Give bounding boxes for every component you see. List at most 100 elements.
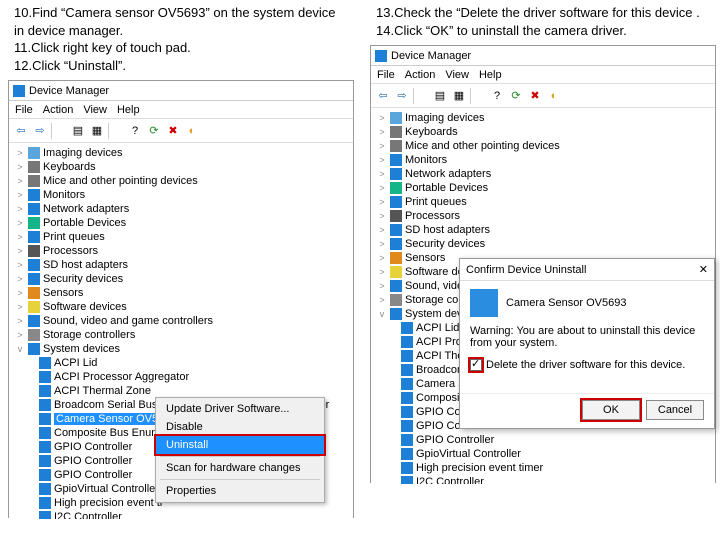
tree-category[interactable]: >Processors [373, 209, 713, 223]
tree-category[interactable]: >Security devices [11, 272, 351, 286]
tree-item[interactable]: High precision event timer [373, 461, 713, 475]
tree-category[interactable]: >Monitors [373, 153, 713, 167]
expand-icon[interactable]: > [15, 148, 25, 158]
menu-help[interactable]: Help [479, 69, 502, 81]
menu-view[interactable]: View [445, 69, 469, 81]
expand-icon[interactable]: > [377, 267, 387, 277]
expand-icon[interactable]: > [15, 176, 25, 186]
tree-category[interactable]: >Print queues [11, 230, 351, 244]
expand-icon[interactable]: > [377, 183, 387, 193]
expand-icon[interactable]: > [377, 197, 387, 207]
expand-icon[interactable]: > [15, 162, 25, 172]
expand-icon[interactable]: > [377, 281, 387, 291]
expand-icon[interactable]: > [15, 218, 25, 228]
menu-item[interactable]: Update Driver Software... [156, 400, 324, 418]
cancel-button[interactable]: Cancel [646, 400, 704, 420]
tree-category[interactable]: >Keyboards [11, 160, 351, 174]
tree-category[interactable]: >SD host adapters [373, 223, 713, 237]
tree-category[interactable]: >Monitors [11, 188, 351, 202]
titlebar[interactable]: Device Manager [371, 46, 715, 66]
menu-item[interactable]: Uninstall [156, 436, 324, 454]
menu-action[interactable]: Action [405, 69, 436, 81]
expand-icon[interactable]: > [15, 330, 25, 340]
tree-category[interactable]: >Print queues [373, 195, 713, 209]
expand-icon[interactable]: > [15, 316, 25, 326]
tree-category[interactable]: >Software devices [11, 300, 351, 314]
expand-icon[interactable]: > [377, 141, 387, 151]
delete-icon[interactable]: ✖ [527, 88, 543, 104]
prop-icon[interactable]: ▦ [451, 88, 467, 104]
menu-help[interactable]: Help [117, 104, 140, 116]
tree-item[interactable]: ACPI Thermal Zone [11, 384, 351, 398]
expand-icon[interactable]: > [377, 155, 387, 165]
tree-item[interactable]: GpioVirtual Controller [373, 447, 713, 461]
expand-icon[interactable]: > [15, 204, 25, 214]
help-icon[interactable]: ? [127, 123, 143, 139]
tree-category[interactable]: >SD host adapters [11, 258, 351, 272]
menu-item[interactable]: Properties [156, 482, 324, 500]
scan-icon[interactable]: ◐ [184, 123, 200, 139]
tree-item[interactable]: ACPI Processor Aggregator [11, 370, 351, 384]
delete-driver-checkbox[interactable]: Delete the driver software for this devi… [470, 359, 704, 371]
back-icon[interactable]: ⇦ [375, 88, 391, 104]
tree-category-system[interactable]: vSystem devices [11, 342, 351, 356]
tree-item[interactable]: ACPI Lid [11, 356, 351, 370]
collapse-icon[interactable]: v [377, 309, 387, 319]
menu-item[interactable]: Disable [156, 418, 324, 436]
tree-category[interactable]: >Keyboards [373, 125, 713, 139]
menu-file[interactable]: File [377, 69, 395, 81]
refresh-icon[interactable]: ⟳ [508, 88, 524, 104]
close-icon[interactable]: ✕ [699, 263, 708, 276]
delete-icon[interactable]: ✖ [165, 123, 181, 139]
fwd-icon[interactable]: ⇨ [394, 88, 410, 104]
help-icon[interactable]: ? [489, 88, 505, 104]
dialog-titlebar[interactable]: Confirm Device Uninstall ✕ [460, 259, 714, 281]
tree-category[interactable]: >Mice and other pointing devices [11, 174, 351, 188]
menu-view[interactable]: View [83, 104, 107, 116]
refresh-icon[interactable]: ⟳ [146, 123, 162, 139]
tree-icon[interactable]: ▤ [432, 88, 448, 104]
menu-file[interactable]: File [15, 104, 33, 116]
titlebar[interactable]: Device Manager [9, 81, 353, 101]
expand-icon[interactable]: > [15, 246, 25, 256]
expand-icon[interactable]: > [377, 253, 387, 263]
tree-category[interactable]: >Sound, video and game controllers [11, 314, 351, 328]
ok-button[interactable]: OK [582, 400, 640, 420]
tree-category[interactable]: >Portable Devices [373, 181, 713, 195]
device-tree[interactable]: >Imaging devices>Keyboards>Mice and othe… [9, 143, 353, 519]
tree-category[interactable]: >Processors [11, 244, 351, 258]
menu-action[interactable]: Action [43, 104, 74, 116]
tree-icon[interactable]: ▤ [70, 123, 86, 139]
expand-icon[interactable]: > [377, 169, 387, 179]
expand-icon[interactable]: > [15, 260, 25, 270]
tree-item[interactable]: I2C Controller [11, 510, 351, 519]
tree-category[interactable]: >Network adapters [373, 167, 713, 181]
tree-category[interactable]: >Storage controllers [11, 328, 351, 342]
expand-icon[interactable]: > [15, 288, 25, 298]
tree-category[interactable]: >Security devices [373, 237, 713, 251]
tree-category[interactable]: >Imaging devices [373, 111, 713, 125]
tree-category[interactable]: >Mice and other pointing devices [373, 139, 713, 153]
tree-item[interactable]: GPIO Controller [373, 433, 713, 447]
expand-icon[interactable]: > [15, 274, 25, 284]
scan-icon[interactable]: ◐ [546, 88, 562, 104]
back-icon[interactable]: ⇦ [13, 123, 29, 139]
expand-icon[interactable]: > [377, 127, 387, 137]
expand-icon[interactable]: > [377, 295, 387, 305]
menubar[interactable]: File Action View Help [371, 66, 715, 84]
expand-icon[interactable]: > [15, 190, 25, 200]
expand-icon[interactable]: > [377, 211, 387, 221]
tree-category[interactable]: >Imaging devices [11, 146, 351, 160]
menubar[interactable]: File Action View Help [9, 101, 353, 119]
prop-icon[interactable]: ▦ [89, 123, 105, 139]
fwd-icon[interactable]: ⇨ [32, 123, 48, 139]
context-menu[interactable]: Update Driver Software...DisableUninstal… [155, 397, 325, 503]
tree-item[interactable]: I2C Controller [373, 475, 713, 484]
menu-item[interactable]: Scan for hardware changes [156, 459, 324, 477]
expand-icon[interactable]: > [377, 239, 387, 249]
tree-category[interactable]: >Sensors [11, 286, 351, 300]
checkbox-icon[interactable] [470, 359, 482, 371]
expand-icon[interactable]: > [15, 302, 25, 312]
tree-category[interactable]: >Portable Devices [11, 216, 351, 230]
expand-icon[interactable]: > [377, 113, 387, 123]
